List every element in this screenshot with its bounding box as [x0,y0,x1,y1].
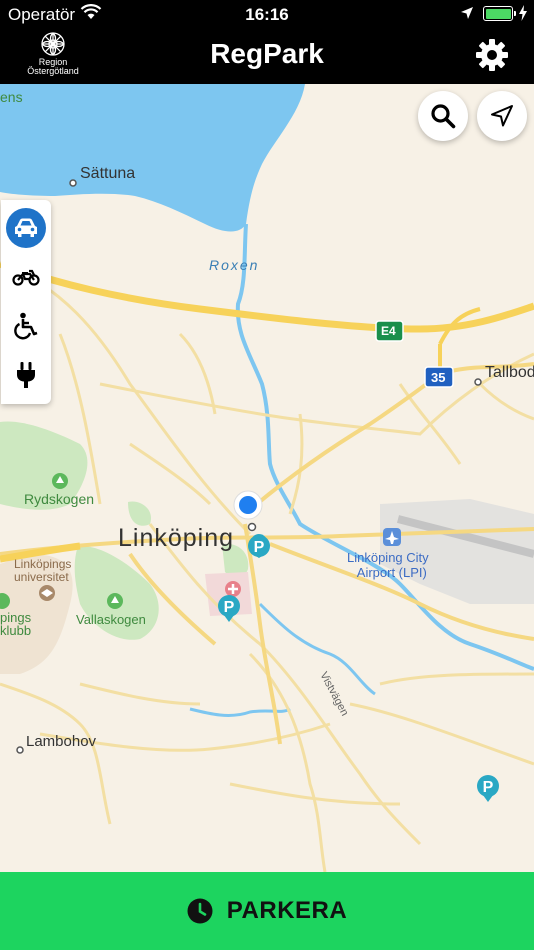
search-icon [431,104,456,129]
search-button[interactable] [418,91,468,141]
app-title: RegPark [210,38,324,69]
parkera-button[interactable]: PARKERA [0,872,534,950]
battery-fill [485,8,511,19]
vehicle-motorcycle-button[interactable] [6,257,46,297]
hospital-pin [225,581,241,597]
svg-text:P: P [483,779,494,796]
golfclub-label-line2: klubb [0,623,32,638]
location-services-icon [461,7,473,19]
map-label-ens: ens [0,89,23,105]
lambohov-dot [16,746,24,754]
sattuna-dot [69,179,77,187]
vehicle-disabled-button[interactable] [6,306,46,346]
car-icon [15,218,37,237]
map-label-golfclub: pings klubb [0,611,31,637]
park-small [128,501,151,526]
status-bar: Operatör 16:16 [0,0,534,28]
university-label-line2: universitet [14,570,69,584]
center-dot [247,522,257,532]
svg-text:P: P [254,539,265,556]
vehicle-car-button[interactable] [6,208,46,248]
user-location-marker [233,490,263,520]
map-label-lambohov: Lambohov [26,733,97,750]
charging-bolt-icon [519,5,527,21]
map-label-vallaskogen: Vallaskogen [76,612,146,627]
map-view[interactable]: P P P ens Sättuna Roxen E4 35 Tallbod Ry… [0,84,534,872]
parkera-label: PARKERA [226,897,348,924]
motorcycle-icon [12,269,40,286]
locate-me-button[interactable] [477,91,527,141]
river-branch [258,602,376,696]
map-label-airport: Linköping City Airport (LPI) [347,550,429,580]
parking-marker: P [218,595,240,622]
gear-icon[interactable] [474,37,510,73]
campus-pin [39,585,55,601]
park-pin-rydskogen [52,473,68,489]
e4-shield-label: E4 [381,324,396,338]
map-label-roxen: Roxen [209,257,260,273]
clock-time: 16:16 [245,5,289,24]
map-label-rydskogen: Rydskogen [24,491,95,507]
airport-label-line2: Airport (LPI) [356,565,427,580]
park-pin-vallaskogen [107,593,123,609]
battery-icon [483,6,516,21]
map-canvas[interactable]: P P P [0,84,534,872]
vehicle-electric-button[interactable] [6,355,46,395]
map-label-sattuna: Sättuna [80,165,136,182]
vehicle-type-panel [1,200,51,404]
location-arrow-icon [491,105,513,127]
plug-icon [17,362,35,388]
parking-marker: P [477,775,499,802]
svg-text:P: P [224,599,235,616]
wheelchair-icon [14,312,38,340]
map-label-tallbo: Tallbod [485,364,534,381]
tallbo-dot [474,378,482,386]
route-35-label: 35 [431,370,446,385]
e4-motorway [0,260,534,333]
map-label-university: Linköpings universitet [14,558,71,584]
airport-pin [383,528,401,546]
map-label-linkoping: Linköping [118,524,235,552]
top-bar: Operatör 16:16 Region Östergötland RegPa… [0,0,534,84]
airport-label-line1: Linköping City [347,550,429,565]
clock-icon [187,898,213,924]
